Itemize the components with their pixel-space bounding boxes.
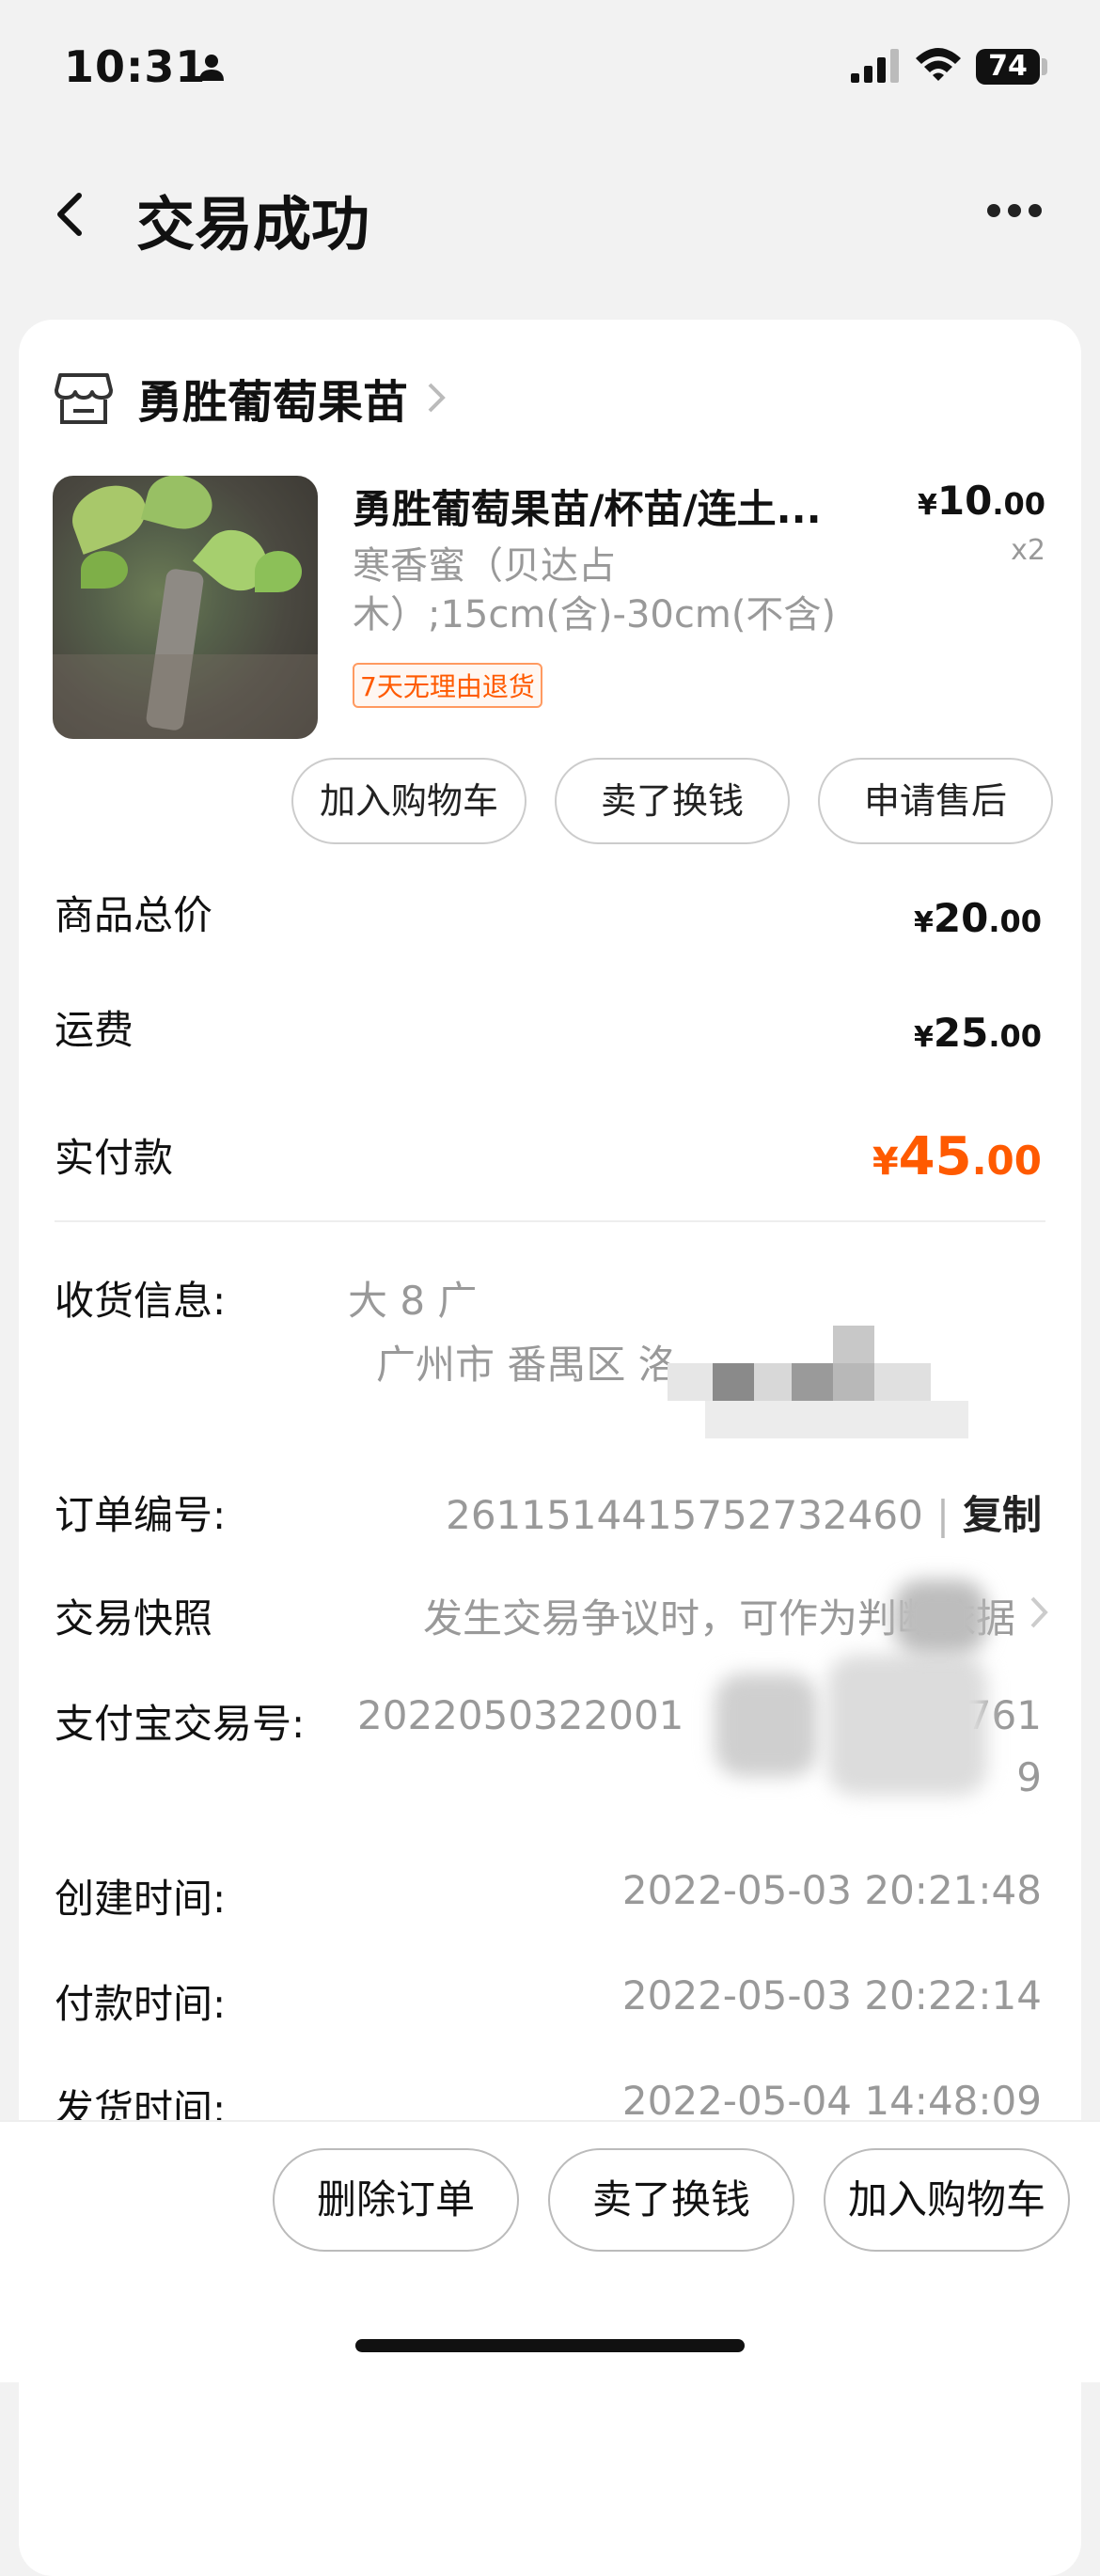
chevron-right-icon [428, 383, 446, 413]
divider [55, 1220, 1045, 1222]
cellular-signal-icon [851, 49, 899, 83]
battery-icon: 74 [976, 49, 1040, 85]
status-bar: 10:31 74 [0, 0, 1100, 141]
paid-amount-value: ¥45.00 [872, 1126, 1042, 1187]
copy-button[interactable]: 复制 [963, 1492, 1042, 1538]
order-number-value: 2611514415752732460 [446, 1492, 923, 1538]
add-to-cart-button[interactable]: 加入购物车 [291, 758, 526, 844]
delete-order-button[interactable]: 删除订单 [273, 2148, 519, 2252]
address-line: 大 8 广 [348, 1278, 478, 1324]
battery-tip [1042, 58, 1047, 75]
product-quantity: x2 [1011, 534, 1045, 567]
wifi-icon [916, 48, 961, 81]
sell-for-cash-button[interactable]: 卖了换钱 [555, 758, 790, 844]
address-label: 收货信息: [55, 1278, 227, 1324]
shipped-time-value: 2022-05-04 14:48:09 [621, 2078, 1042, 2124]
page-title: 交易成功 [136, 190, 370, 259]
request-after-sales-button[interactable]: 申请售后 [818, 758, 1053, 844]
paid-time-label: 付款时间: [55, 1981, 227, 2027]
snapshot-label: 交易快照 [55, 1595, 213, 1641]
address-line: 广州市 番禺区 洛 [376, 1342, 678, 1388]
product-price: ¥10.00 [917, 478, 1045, 524]
order-number-row: 2611514415752732460 | 复制 [446, 1492, 1042, 1538]
shipping-label: 运费 [55, 1007, 134, 1053]
more-options-icon[interactable] [987, 203, 1053, 222]
goods-total-label: 商品总价 [55, 892, 213, 938]
alipay-number-end: 9 [1016, 1754, 1042, 1800]
product-image[interactable] [53, 476, 318, 739]
privacy-blur [827, 1655, 987, 1796]
created-time-value: 2022-05-03 20:21:48 [621, 1867, 1042, 1913]
product-spec-line: 寒香蜜（贝达占 [353, 544, 616, 588]
alipay-number-value: 2022050322001 [357, 1692, 684, 1738]
goods-total-value: ¥20.00 [913, 895, 1042, 941]
return-policy-badge: 7天无理由退货 [353, 663, 542, 708]
address-mosaic [668, 1326, 987, 1476]
nav-bar: 交易成功 [0, 150, 1100, 273]
paid-time-value: 2022-05-03 20:22:14 [621, 1972, 1042, 2018]
back-arrow-icon[interactable] [47, 186, 94, 243]
product-spec: 寒香蜜（贝达占 木）;15cm(含)-30cm(不含) [353, 542, 917, 639]
product-spec-line: 木）;15cm(含)-30cm(不含) [353, 593, 837, 636]
paid-amount-label: 实付款 [55, 1135, 174, 1181]
product-title[interactable]: 勇胜葡萄果苗/杯苗/连土... [353, 478, 898, 535]
created-time-label: 创建时间: [55, 1876, 227, 1922]
shop-icon [55, 373, 113, 424]
person-icon [199, 55, 224, 81]
privacy-blur [893, 1579, 987, 1655]
shop-header[interactable]: 勇胜葡萄果苗 [55, 365, 448, 431]
privacy-blur [715, 1673, 818, 1777]
alipay-number-label: 支付宝交易号: [55, 1701, 306, 1747]
shop-name: 勇胜葡萄果苗 [137, 376, 409, 429]
shipping-value: ¥25.00 [913, 1010, 1042, 1056]
chevron-right-icon[interactable] [1029, 1594, 1049, 1630]
add-to-cart-button[interactable]: 加入购物车 [824, 2148, 1070, 2252]
order-number-label: 订单编号: [55, 1492, 227, 1538]
sell-for-cash-button[interactable]: 卖了换钱 [548, 2148, 794, 2252]
status-time: 10:31 [64, 41, 207, 92]
home-indicator[interactable] [355, 2339, 745, 2352]
